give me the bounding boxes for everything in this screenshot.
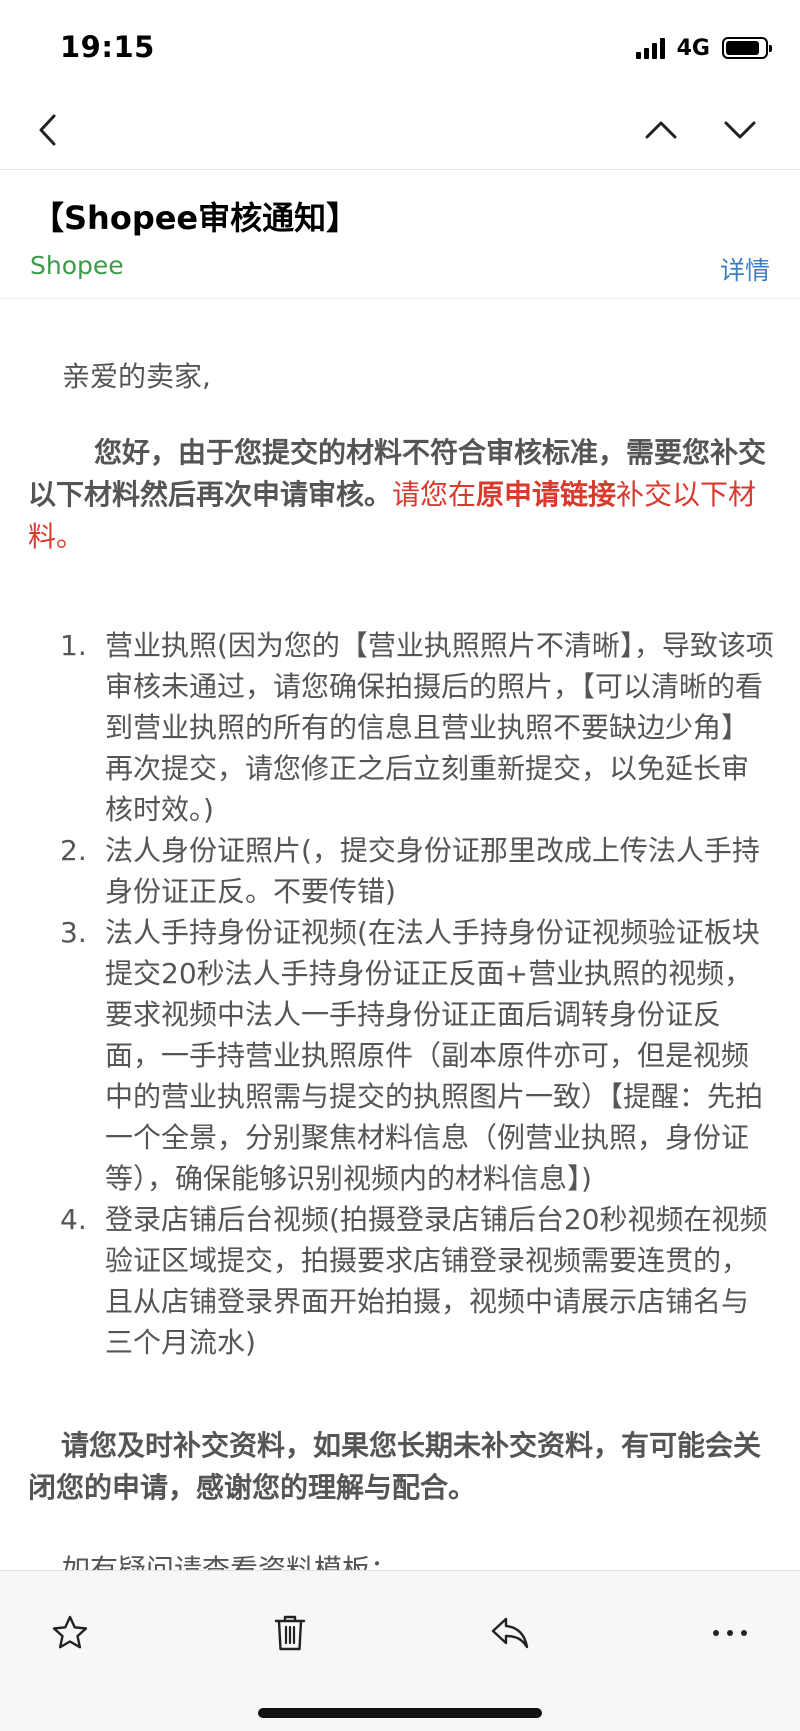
nav-bar [0,90,800,170]
status-time: 19:15 [60,30,155,64]
list-item: 1. 营业执照(因为您的【营业执照照片不清晰】，导致该项审核未通过，请您确保拍摄后… [28,625,776,830]
back-button[interactable] [22,104,74,156]
home-indicator[interactable] [258,1708,542,1718]
bottom-toolbar [0,1570,800,1731]
trash-icon [274,1615,306,1651]
email-subject: 【Shopee审核通知】 [32,199,359,237]
closing-paragraph: 请您及时补交资料，如果您长期未补交资料，有可能会关闭您的申请，感谢您的理解与配合… [28,1429,762,1504]
intro-highlight-a: 请您在 [392,478,477,511]
list-item: 4. 登录店铺后台视频(拍摄登录店铺后台20秒视频在视频验证区域提交，拍摄要求店铺… [28,1199,776,1363]
details-link[interactable]: 详情 [720,251,770,287]
battery-icon [722,37,772,59]
list-item: 3. 法人手持身份证视频(在法人手持身份证视频验证板块提交20秒法人手持身份证正反… [28,912,776,1199]
list-item: 2. 法人身份证照片(，提交身份证那里改成上传法人手持身份证正反。不要传错) [28,830,776,912]
reply-icon [491,1617,529,1649]
chevron-down-icon [724,121,756,139]
list-item-text: 营业执照(因为您的【营业执照照片不清晰】，导致该项审核未通过，请您确保拍摄后的照… [105,629,774,826]
email-sender[interactable]: Shopee [30,251,124,280]
intro-paragraph: 您好，由于您提交的材料不符合审核标准，需要您补交以下材料然后再次申请审核。请您在… [28,432,776,558]
list-item-number: 4. [60,1203,87,1236]
list-item-number: 3. [60,916,87,949]
network-type: 4G [676,35,710,61]
next-message-button[interactable] [714,104,766,156]
list-item-text: 法人身份证照片(，提交身份证那里改成上传法人手持身份证正反。不要传错) [105,834,760,908]
more-icon [713,1630,747,1636]
greeting: 亲爱的卖家, [62,360,211,393]
list-item-text: 法人手持身份证视频(在法人手持身份证视频验证板块提交20秒法人手持身份证正反面+… [105,916,764,1195]
template-hint: 如有疑问请查看资料模板： [62,1553,399,1570]
more-button[interactable] [704,1607,756,1659]
star-icon [52,1615,88,1649]
email-header: 【Shopee审核通知】 Shopee 详情 [0,171,800,299]
chevron-up-icon [645,121,677,139]
status-bar: 19:15 4G [0,0,800,90]
list-item-number: 2. [60,834,87,867]
star-button[interactable] [44,1607,96,1659]
requirements-list: 1. 营业执照(因为您的【营业执照照片不清晰】，导致该项审核未通过，请您确保拍摄后… [28,625,776,1363]
delete-button[interactable] [264,1607,316,1659]
status-indicators: 4G [635,33,772,63]
list-item-number: 1. [60,629,87,662]
chevron-left-icon [39,114,56,146]
list-item-text: 登录店铺后台视频(拍摄登录店铺后台20秒视频在视频验证区域提交，拍摄要求店铺登录… [105,1203,768,1359]
previous-message-button[interactable] [635,104,687,156]
signal-icon [635,37,665,59]
email-body: 亲爱的卖家, 您好，由于您提交的材料不符合审核标准，需要您补交以下材料然后再次申… [0,300,800,1570]
reply-button[interactable] [484,1607,536,1659]
original-application-link-text: 原申请链接 [476,478,617,511]
